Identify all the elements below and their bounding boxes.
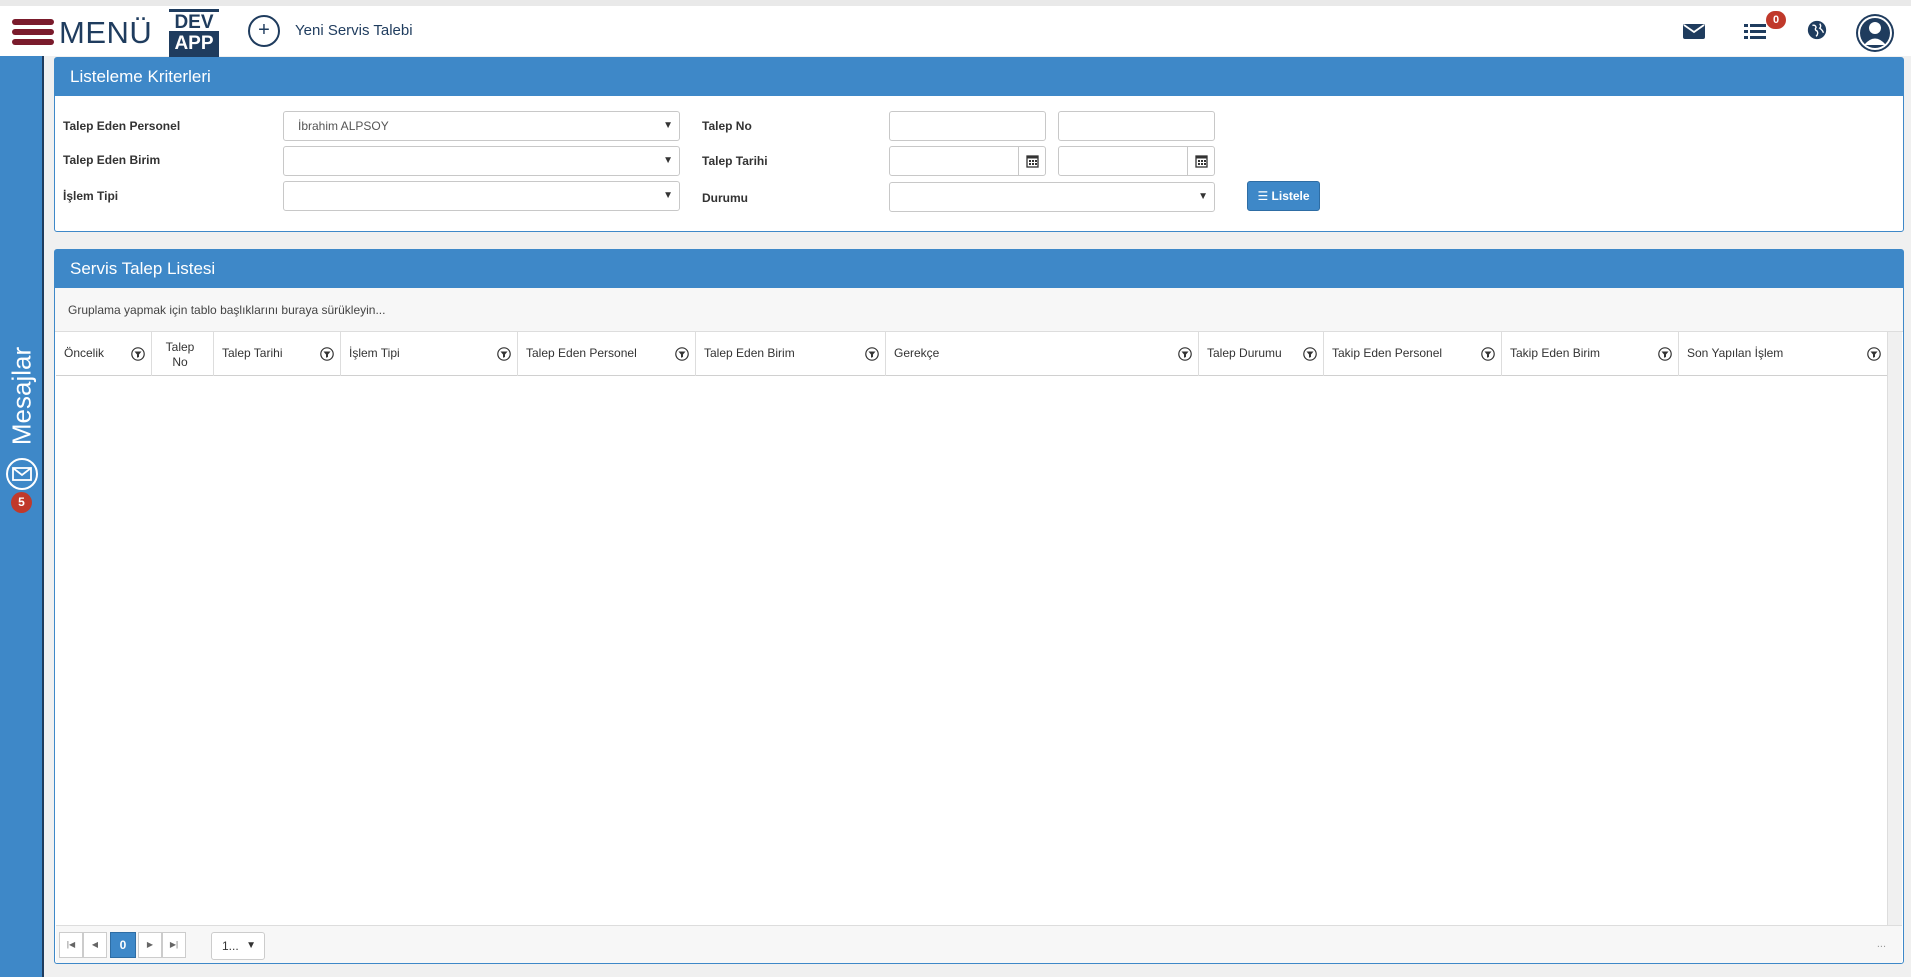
column-title: Gerekçe bbox=[894, 346, 940, 360]
last-page-icon[interactable]: ▶| bbox=[162, 932, 186, 958]
column-header-follower[interactable]: Takip Eden Personel bbox=[1324, 332, 1502, 376]
operation-type-label: İşlem Tipi bbox=[63, 189, 119, 203]
column-title: Talep Durumu bbox=[1207, 346, 1282, 360]
column-title: Talep Eden Birim bbox=[704, 346, 795, 360]
request-date-from-input[interactable] bbox=[889, 146, 1019, 176]
column-title: Talep Tarihi bbox=[222, 346, 283, 360]
list-button-label: Listele bbox=[1271, 189, 1310, 203]
filter-icon[interactable] bbox=[1658, 347, 1672, 361]
column-title: Öncelik bbox=[64, 346, 105, 360]
request-no-to-input[interactable] bbox=[1058, 111, 1215, 141]
list-icon: ☰ bbox=[1257, 189, 1269, 203]
pager-info: ... bbox=[1876, 938, 1886, 950]
request-no-from-input[interactable] bbox=[889, 111, 1046, 141]
column-title: Takip Eden Birim bbox=[1510, 346, 1601, 360]
column-header-justification[interactable]: Gerekçe bbox=[886, 332, 1199, 376]
column-header-requester[interactable]: Talep Eden Personel bbox=[518, 332, 696, 376]
chevron-down-icon: ▼ bbox=[1198, 191, 1208, 202]
request-date-label: Talep Tarihi bbox=[702, 154, 768, 168]
column-title: Takip Eden Personel bbox=[1332, 346, 1443, 360]
requester-select-value: İbrahim ALPSOY bbox=[298, 119, 389, 133]
status-label: Durumu bbox=[702, 191, 748, 205]
column-header-requesting-unit[interactable]: Talep Eden Birim bbox=[696, 332, 886, 376]
prev-page-icon[interactable]: ◀ bbox=[83, 932, 107, 958]
page-size-select[interactable]: 1... ▼ bbox=[211, 932, 265, 960]
hamburger-menu-icon[interactable] bbox=[12, 19, 54, 47]
filter-icon[interactable] bbox=[675, 347, 689, 361]
calendar-icon[interactable] bbox=[1187, 146, 1215, 176]
user-avatar-icon[interactable] bbox=[1856, 14, 1894, 52]
filter-icon[interactable] bbox=[865, 347, 879, 361]
messages-label: Mesajlar bbox=[6, 346, 37, 446]
logo-bottom-text: APP bbox=[169, 31, 219, 57]
status-select[interactable]: ▼ bbox=[889, 182, 1215, 212]
column-header-operation-type[interactable]: İşlem Tipi bbox=[341, 332, 518, 376]
column-title: Talep Eden Personel bbox=[526, 346, 637, 360]
chevron-down-icon: ▼ bbox=[663, 155, 673, 166]
current-page-button[interactable]: 0 bbox=[110, 932, 136, 958]
new-service-request-link[interactable]: Yeni Servis Talebi bbox=[295, 22, 413, 39]
filter-icon[interactable] bbox=[497, 347, 511, 361]
messages-badge: 5 bbox=[11, 492, 32, 513]
first-page-icon[interactable]: |◀ bbox=[59, 932, 83, 958]
tasks-badge: 0 bbox=[1766, 11, 1786, 29]
listing-criteria-panel: Listeleme Kriterleri Talep Eden Personel… bbox=[54, 57, 1904, 232]
requester-label: Talep Eden Personel bbox=[63, 119, 181, 133]
list-panel-title: Servis Talep Listesi bbox=[55, 250, 1903, 288]
vertical-scrollbar[interactable] bbox=[1887, 332, 1902, 925]
messages-side-tab[interactable]: Mesajlar 5 bbox=[0, 56, 44, 977]
grid-header: Öncelik Talep No Talep Tarihi İşlem Tipi… bbox=[56, 332, 1888, 376]
grid-body bbox=[56, 376, 1888, 925]
logo-top-text: DEV bbox=[169, 9, 219, 33]
unit-select[interactable]: ▼ bbox=[283, 146, 680, 176]
filter-icon[interactable] bbox=[320, 347, 334, 361]
column-header-last-action[interactable]: Son Yapılan İşlem bbox=[1679, 332, 1888, 376]
request-no-label: Talep No bbox=[702, 119, 752, 133]
chevron-down-icon: ▼ bbox=[663, 190, 673, 201]
column-header-priority[interactable]: Öncelik bbox=[56, 332, 152, 376]
column-title: Talep No bbox=[165, 340, 195, 369]
filter-icon[interactable] bbox=[1303, 347, 1317, 361]
criteria-panel-title: Listeleme Kriterleri bbox=[55, 58, 1903, 96]
app-logo[interactable]: DEV APP bbox=[169, 9, 219, 57]
unit-label: Talep Eden Birim bbox=[63, 153, 161, 167]
chevron-down-icon: ▼ bbox=[246, 940, 256, 951]
plus-circle-icon[interactable]: + bbox=[248, 15, 280, 47]
column-header-request-no[interactable]: Talep No bbox=[152, 332, 214, 376]
envelope-outline-icon bbox=[6, 458, 38, 490]
filter-icon[interactable] bbox=[1481, 347, 1495, 361]
column-header-request-status[interactable]: Talep Durumu bbox=[1199, 332, 1324, 376]
group-drop-area[interactable]: Gruplama yapmak için tablo başlıklarını … bbox=[55, 288, 1903, 332]
envelope-icon[interactable] bbox=[1682, 19, 1706, 45]
chevron-down-icon: ▼ bbox=[663, 120, 673, 131]
menu-label[interactable]: MENÜ bbox=[59, 15, 152, 51]
list-icon[interactable] bbox=[1743, 19, 1769, 45]
pager: |◀ ◀ 0 ▶ ▶| 1... ▼ ... bbox=[56, 925, 1902, 963]
list-button[interactable]: ☰ Listele bbox=[1247, 181, 1320, 211]
column-title: Son Yapılan İşlem bbox=[1687, 346, 1784, 360]
top-bar: MENÜ DEV APP + Yeni Servis Talebi 0 bbox=[0, 6, 1911, 57]
filter-icon[interactable] bbox=[1178, 347, 1192, 361]
filter-icon[interactable] bbox=[131, 347, 145, 361]
requester-select[interactable]: İbrahim ALPSOY ▼ bbox=[283, 111, 680, 141]
page-size-value: 1... bbox=[222, 939, 239, 953]
next-page-icon[interactable]: ▶ bbox=[138, 932, 162, 958]
filter-icon[interactable] bbox=[1867, 347, 1881, 361]
request-date-to-input[interactable] bbox=[1058, 146, 1188, 176]
column-header-following-unit[interactable]: Takip Eden Birim bbox=[1502, 332, 1679, 376]
service-request-list-panel: Servis Talep Listesi Gruplama yapmak içi… bbox=[54, 249, 1904, 964]
globe-icon[interactable] bbox=[1806, 19, 1830, 45]
operation-type-select[interactable]: ▼ bbox=[283, 181, 680, 211]
column-header-request-date[interactable]: Talep Tarihi bbox=[214, 332, 341, 376]
column-title: İşlem Tipi bbox=[349, 346, 400, 360]
calendar-icon[interactable] bbox=[1018, 146, 1046, 176]
